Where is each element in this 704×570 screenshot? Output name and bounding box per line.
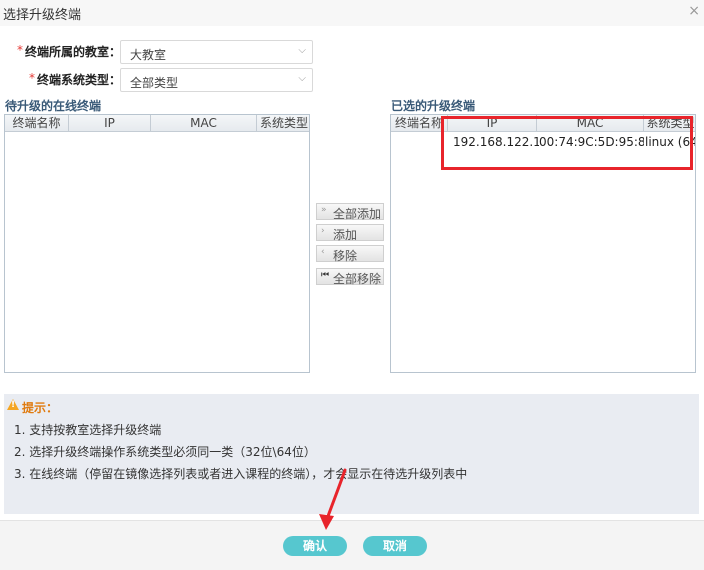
remove-button[interactable]: ‹ 移除: [316, 245, 384, 263]
required-mark: *: [29, 71, 35, 85]
chevron-right-icon: ›: [321, 226, 325, 236]
annotation-highlight-box: [441, 116, 693, 170]
column-header-ip[interactable]: IP: [69, 115, 151, 132]
tip-line-1: 1. 支持按教室选择升级终端: [14, 423, 162, 437]
required-mark: *: [17, 43, 23, 57]
classroom-label: 终端所属的教室：: [25, 45, 122, 59]
os-type-select-value: 全部类型: [130, 76, 179, 90]
chevron-left-icon: ‹: [321, 247, 325, 257]
column-header-name[interactable]: 终端名称: [391, 115, 448, 132]
column-header-mac[interactable]: MAC: [151, 115, 257, 132]
tips-heading: 提示：: [22, 401, 59, 415]
dialog-title: 选择升级终端: [3, 8, 82, 23]
add-all-button[interactable]: » 全部添加: [316, 203, 384, 221]
chevron-down-icon: ⌵: [298, 73, 306, 84]
close-icon[interactable]: ×: [688, 3, 700, 19]
confirm-button[interactable]: 确认: [283, 536, 347, 556]
pending-list-header: 终端名称 IP MAC 系统类型: [5, 115, 309, 132]
pending-list-title: 待升级的在线终端: [5, 99, 102, 113]
tip-line-2: 2. 选择升级终端操作系统类型必须同一类（32位\64位）: [14, 445, 316, 459]
os-type-select[interactable]: 全部类型 ⌵: [120, 68, 313, 92]
selected-list-title: 已选的升级终端: [391, 99, 476, 113]
dialog-footer: [0, 520, 704, 570]
classroom-select[interactable]: 大教室 ⌵: [120, 40, 313, 64]
column-header-os[interactable]: 系统类型: [257, 115, 309, 132]
dialog-titlebar: 选择升级终端 ×: [0, 0, 704, 26]
os-type-label: 终端系统类型：: [37, 73, 122, 87]
column-header-name[interactable]: 终端名称: [5, 115, 69, 132]
tip-line-3: 3. 在线终端（停留在镜像选择列表或者进入课程的终端），才会显示在待选升级列表中: [14, 467, 468, 481]
cancel-button[interactable]: 取消: [363, 536, 427, 556]
tips-panel: 提示： 1. 支持按教室选择升级终端 2. 选择升级终端操作系统类型必须同一类（…: [4, 394, 699, 514]
classroom-select-value: 大教室: [130, 48, 167, 62]
pending-terminal-list[interactable]: 终端名称 IP MAC 系统类型: [4, 114, 310, 373]
remove-all-button[interactable]: ⏮ 全部移除: [316, 268, 384, 286]
skip-back-icon: ⏮: [321, 270, 330, 280]
double-chevron-right-icon: »: [321, 205, 327, 215]
add-button[interactable]: › 添加: [316, 224, 384, 242]
warning-icon: [7, 399, 19, 410]
chevron-down-icon: ⌵: [298, 45, 306, 56]
